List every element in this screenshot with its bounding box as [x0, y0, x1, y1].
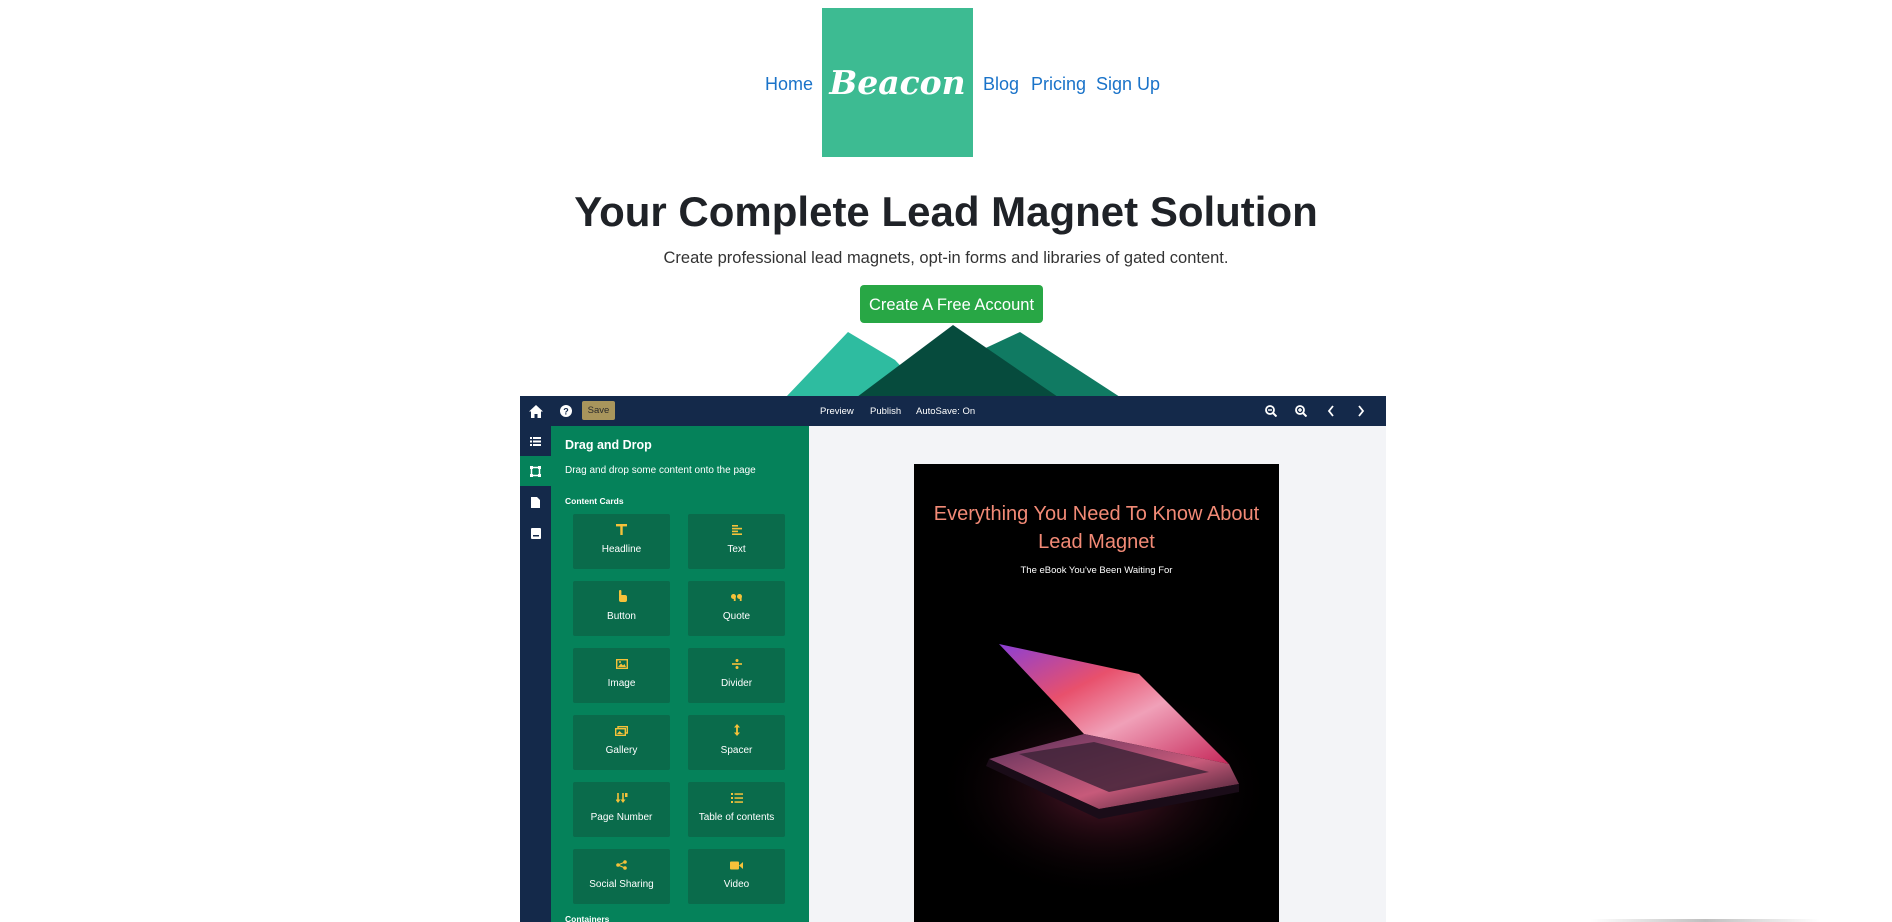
publish-link[interactable]: Publish	[870, 406, 901, 417]
card-label: Divider	[720, 678, 753, 689]
share-icon	[573, 857, 670, 873]
save-button[interactable]: Save	[582, 401, 615, 420]
card-label: Page Number	[590, 812, 653, 823]
card-label: Quote	[722, 611, 751, 622]
card-table-of-contents[interactable]: Table of contents	[688, 782, 785, 837]
autosave-toggle[interactable]: AutoSave: On	[916, 406, 975, 417]
drag-drop-panel: Drag and Drop Drag and drop some content…	[551, 426, 809, 922]
editor-canvas: Everything You Need To Know About Lead M…	[809, 426, 1386, 922]
chevron-left-icon[interactable]	[1322, 402, 1340, 420]
card-label: Gallery	[605, 745, 638, 756]
nav-signup-link[interactable]: Sign Up	[1096, 74, 1160, 95]
image-icon	[573, 656, 670, 672]
ebook-title: Everything You Need To Know About Lead M…	[933, 503, 1260, 553]
panel-title: Drag and Drop	[565, 438, 652, 452]
editor-screenshot: ? Save Preview Publish AutoSave: On Drag…	[520, 396, 1386, 922]
zoom-in-icon[interactable]	[1292, 402, 1310, 420]
card-label: Image	[607, 678, 636, 689]
mountains-illustration	[786, 325, 1120, 397]
zoom-out-icon[interactable]	[1262, 402, 1280, 420]
page-icon[interactable]	[520, 487, 551, 517]
nav-pricing-link[interactable]: Pricing	[1031, 74, 1086, 95]
card-divider[interactable]: Divider	[688, 648, 785, 703]
book-icon[interactable]	[520, 518, 551, 548]
arrows-vertical-icon	[688, 723, 785, 739]
containers-heading: Containers	[565, 914, 610, 922]
home-icon[interactable]	[527, 402, 545, 420]
chevron-right-icon[interactable]	[1352, 402, 1370, 420]
top-nav: Home Beacon Blog Pricing Sign Up	[0, 0, 1892, 160]
card-headline[interactable]: Headline	[573, 514, 670, 569]
list-ordered-icon	[688, 790, 785, 806]
card-text[interactable]: Text	[688, 514, 785, 569]
create-account-button[interactable]: Create A Free Account	[860, 285, 1043, 323]
editor-sidebar-rail	[520, 426, 551, 922]
divide-icon	[688, 656, 785, 672]
card-label: Table of contents	[698, 812, 775, 823]
layout-icon[interactable]	[520, 456, 551, 486]
quote-icon	[688, 589, 785, 605]
card-quote[interactable]: Quote	[688, 581, 785, 636]
panel-description: Drag and drop some content onto the page	[565, 465, 756, 476]
nav-blog-link[interactable]: Blog	[983, 74, 1019, 95]
card-label: Text	[727, 544, 746, 555]
sort-numeric-icon	[573, 790, 670, 806]
card-spacer[interactable]: Spacer	[688, 715, 785, 770]
card-button[interactable]: Button	[573, 581, 670, 636]
laptop-glowing-screen-image	[934, 644, 1274, 899]
card-label: Social Sharing	[589, 879, 654, 890]
text-align-icon	[688, 522, 785, 538]
card-video[interactable]: Video	[688, 849, 785, 904]
hero-subtitle: Create professional lead magnets, opt-in…	[663, 249, 1229, 267]
card-label: Video	[723, 879, 750, 890]
video-icon	[688, 857, 785, 873]
content-cards-heading: Content Cards	[565, 496, 624, 506]
card-label: Button	[607, 611, 636, 622]
card-page-number[interactable]: Page Number	[573, 782, 670, 837]
card-label: Headline	[601, 544, 642, 555]
editor-toolbar: ? Save Preview Publish AutoSave: On	[520, 396, 1386, 426]
list-icon[interactable]	[520, 426, 551, 456]
nav-home-link[interactable]: Home	[765, 74, 813, 95]
pointer-hand-icon	[573, 589, 670, 605]
help-icon[interactable]: ?	[557, 402, 575, 420]
gallery-icon	[573, 723, 670, 739]
hero-title: Your Complete Lead Magnet Solution	[574, 188, 1318, 235]
card-gallery[interactable]: Gallery	[573, 715, 670, 770]
preview-link[interactable]: Preview	[820, 406, 854, 417]
svg-text:?: ?	[563, 407, 569, 417]
brand-logo[interactable]: Beacon	[822, 8, 973, 157]
headline-icon	[573, 522, 670, 538]
ebook-cover-preview[interactable]: Everything You Need To Know About Lead M…	[914, 464, 1279, 922]
card-image[interactable]: Image	[573, 648, 670, 703]
card-social-sharing[interactable]: Social Sharing	[573, 849, 670, 904]
card-label: Spacer	[720, 745, 753, 756]
brand-logo-text: Beacon	[829, 63, 966, 102]
ebook-subtitle: The eBook You've Been Waiting For	[1020, 565, 1173, 576]
